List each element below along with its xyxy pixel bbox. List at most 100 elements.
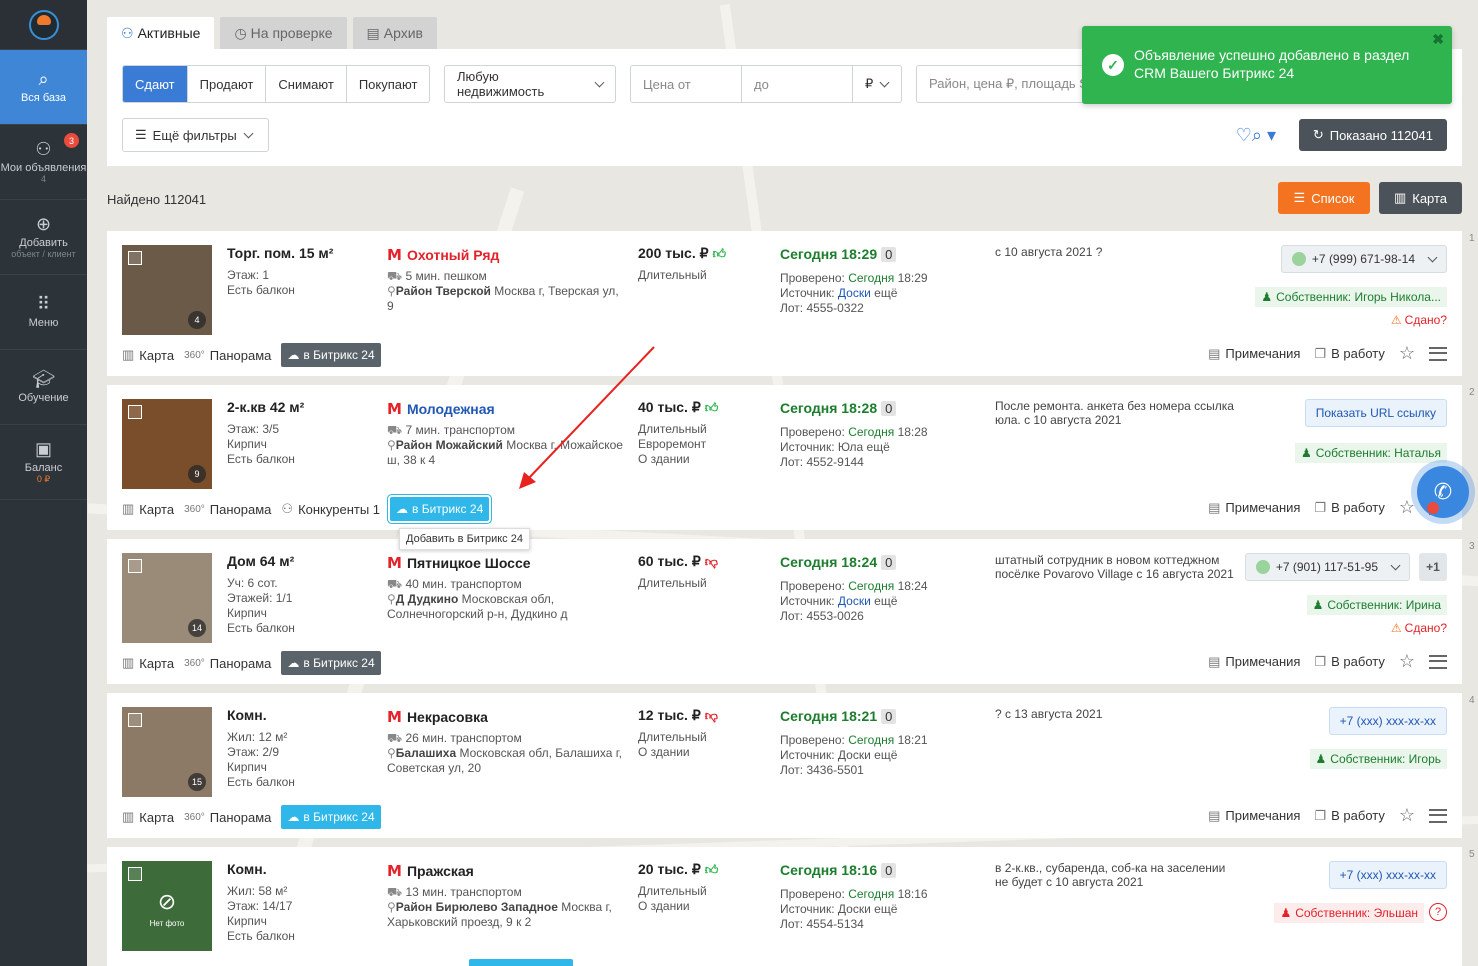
listing-photo[interactable]: 15 — [122, 707, 212, 797]
check-icon: ✓ — [1102, 54, 1124, 76]
shown-count-button[interactable]: ↻ Показано 112041 — [1298, 119, 1447, 151]
favorite-star-icon[interactable]: ☆ — [1399, 343, 1415, 364]
notes-button[interactable]: ▤ Примечания — [1208, 654, 1300, 670]
sidebar-item-add[interactable]: ⊕ Добавить объект / клиент — [0, 200, 87, 275]
source-more[interactable]: ещё — [874, 594, 897, 608]
deal-option-buy[interactable]: Покупают — [347, 66, 430, 102]
select-checkbox[interactable] — [128, 251, 142, 265]
notes-button[interactable]: ▤ Примечания — [1208, 346, 1300, 362]
favorite-star-icon[interactable]: ☆ — [1399, 651, 1415, 672]
map-view-button[interactable]: ▥ Карта — [1379, 182, 1462, 214]
lot-number: Лот: 4552-9144 — [780, 455, 864, 469]
close-icon[interactable]: ✖ — [1432, 30, 1444, 48]
more-filters-button[interactable]: ☰ Ещё фильтры — [122, 118, 269, 152]
sidebar-item-balance[interactable]: ▣ Баланс 0 ₽ — [0, 425, 87, 500]
owner-badge[interactable]: ♟ Собственник: Наталья — [1295, 443, 1447, 463]
listing-title[interactable]: Комн. — [227, 861, 267, 877]
menu-icon[interactable] — [1429, 654, 1447, 669]
map-link[interactable]: ▥ Карта — [122, 347, 174, 363]
listing-address: ⛟ 13 мин. транспортом ⚲Район Бирюлево Зап… — [387, 885, 627, 930]
source-more[interactable]: ещё — [874, 286, 897, 300]
favorite-star-icon[interactable]: ☆ — [1399, 497, 1415, 518]
phone-button[interactable]: +7 (999) 671-98-14 — [1280, 245, 1447, 273]
owner-badge[interactable]: ♟ Собственник: Эльшан — [1274, 903, 1424, 923]
tab-active[interactable]: ⚇ Активные — [107, 17, 215, 49]
help-icon[interactable]: ? — [1429, 903, 1447, 921]
logo[interactable] — [0, 0, 87, 50]
property-type-select[interactable]: Любую недвижимость — [444, 65, 616, 103]
deal-option-rent-out[interactable]: Сдают — [123, 66, 188, 102]
listing-note: в 2-к.кв., субаренда, соб-ка на заселени… — [995, 861, 1226, 889]
owner-badge[interactable]: ♟ Собственник: Игорь Никола... — [1255, 287, 1447, 307]
select-checkbox[interactable] — [128, 559, 142, 573]
rented-question[interactable]: ⚠ Сдано? — [1391, 313, 1447, 327]
map-link[interactable]: ▥ Карта — [122, 655, 174, 671]
map-link[interactable]: ▥ Карта — [122, 809, 174, 825]
pin-icon: ⚲ — [387, 438, 396, 452]
source-link[interactable]: Доски — [838, 286, 871, 300]
transit-line: ⛟ 7 мин. транспортом — [387, 423, 627, 438]
notes-button[interactable]: ▤ Примечания — [1208, 808, 1300, 824]
select-checkbox[interactable] — [128, 405, 142, 419]
notes-button[interactable]: ▤ Примечания — [1208, 500, 1300, 516]
price-from-placeholder: Цена от — [643, 76, 691, 92]
price-to-input[interactable]: до — [741, 65, 853, 103]
listing-photo[interactable]: 9 — [122, 399, 212, 489]
add-to-bitrix-button[interactable]: ☁ в Битрикс 24 — [390, 497, 490, 521]
listing-photo[interactable]: 4 — [122, 245, 212, 335]
listing-title[interactable]: Комн. — [227, 707, 267, 723]
show-url-button[interactable]: Показать URL ссылку — [1304, 399, 1447, 427]
price-from-input[interactable]: Цена от — [630, 65, 742, 103]
source-more[interactable]: ещё — [867, 440, 890, 454]
sidebar-item-all-base[interactable]: ⌕ Вся база — [0, 50, 87, 125]
sidebar-item-learning[interactable]: 🎓︎ Обучение — [0, 350, 87, 425]
add-to-bitrix-button[interactable]: ☁ в Битрикс 24 — [281, 343, 381, 367]
panorama-link[interactable]: 360° Панорама — [184, 656, 271, 671]
menu-icon[interactable] — [1429, 808, 1447, 823]
listing-photo[interactable]: ⊘ Нет фото — [122, 861, 212, 951]
cloud-icon: ☁ — [287, 656, 300, 670]
listing-title[interactable]: 2-к.кв 42 м² — [227, 399, 304, 415]
to-work-button[interactable]: ❐ В работу — [1314, 654, 1384, 670]
phone-button[interactable]: +7 (xxx) xxx-xx-xx — [1328, 861, 1447, 889]
panorama-link[interactable]: 360° Панорама — [184, 502, 271, 517]
list-view-button[interactable]: ☰ Список — [1278, 182, 1370, 214]
saved-search-icon[interactable]: ♡⌕ ▾ — [1236, 125, 1276, 146]
photo-count-badge: 9 — [188, 465, 206, 483]
select-checkbox[interactable] — [128, 713, 142, 727]
listing-title[interactable]: Торг. пом. 15 м² — [227, 245, 333, 261]
source-more[interactable]: ещё — [874, 748, 897, 762]
competitors-link[interactable]: ⚇ Конкуренты 1 — [281, 501, 380, 517]
transit-time: 40 мин. транспортом — [405, 577, 522, 591]
to-work-button[interactable]: ❐ В работу — [1314, 808, 1384, 824]
favorite-star-icon[interactable]: ☆ — [1399, 805, 1415, 826]
phone-button[interactable]: +7 (901) 117-51-95 — [1244, 553, 1410, 581]
to-work-button[interactable]: ❐ В работу — [1314, 500, 1384, 516]
phone-button[interactable]: +7 (xxx) xxx-xx-xx — [1328, 707, 1447, 735]
call-widget-button[interactable]: ✆ — [1417, 466, 1469, 518]
tab-review[interactable]: ◷ На проверке — [220, 17, 347, 49]
sidebar-item-menu[interactable]: ⠿ Меню — [0, 275, 87, 350]
panorama-link[interactable]: 360° Панорама — [184, 348, 271, 363]
add-to-bitrix-button[interactable] — [469, 959, 573, 966]
deal-option-sell[interactable]: Продают — [188, 66, 267, 102]
map-link[interactable]: ▥ Карта — [122, 501, 174, 517]
tab-archive[interactable]: ▤ Архив — [352, 17, 437, 49]
owner-badge[interactable]: ♟ Собственник: Игорь — [1309, 749, 1447, 769]
select-checkbox[interactable] — [128, 867, 142, 881]
deal-option-rent[interactable]: Снимают — [266, 66, 347, 102]
panorama-link[interactable]: 360° Панорама — [184, 810, 271, 825]
listing-title[interactable]: Дом 64 м² — [227, 553, 294, 569]
source-more[interactable]: ещё — [874, 902, 897, 916]
rented-question[interactable]: ⚠ Сдано? — [1391, 621, 1447, 635]
more-phones-button[interactable]: +1 — [1419, 553, 1447, 581]
currency-select[interactable]: ₽ — [852, 65, 902, 103]
to-work-button[interactable]: ❐ В работу — [1314, 346, 1384, 362]
add-to-bitrix-button[interactable]: ☁ в Битрикс 24 — [281, 651, 381, 675]
source-link[interactable]: Доски — [838, 594, 871, 608]
sidebar-item-my-ads[interactable]: ⚇ 3 Мои объявления 4 — [0, 125, 87, 200]
menu-icon[interactable] — [1429, 346, 1447, 361]
owner-badge[interactable]: ♟ Собственник: Ирина — [1306, 595, 1447, 615]
add-to-bitrix-button[interactable]: ☁ в Битрикс 24 — [281, 805, 381, 829]
listing-photo[interactable]: 14 — [122, 553, 212, 643]
